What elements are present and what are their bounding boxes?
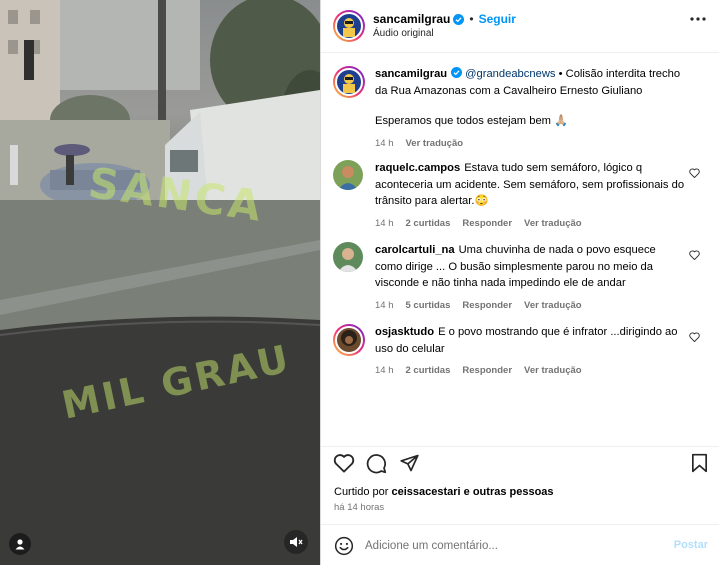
comment-username[interactable]: raquelc.campos	[375, 162, 460, 174]
comment-avatar[interactable]	[333, 324, 365, 356]
comments-list[interactable]: sancamilgrau @grandeabcnews • Colisão int…	[321, 54, 719, 446]
liked-by-prefix: Curtido por	[334, 486, 392, 498]
liked-by-user[interactable]: ceissacestari	[391, 486, 460, 498]
heart-icon[interactable]	[689, 168, 700, 178]
video-frame-scene	[0, 0, 320, 565]
comment-avatar[interactable]	[333, 242, 363, 272]
verified-badge-icon	[453, 13, 465, 25]
comment-time[interactable]: 14 h	[375, 298, 394, 315]
post-actions-bar	[321, 446, 719, 480]
comment-translate-link[interactable]: Ver tradução	[524, 363, 582, 380]
comment-reply-button[interactable]: Responder	[462, 216, 512, 233]
comment-reply-button[interactable]: Responder	[462, 298, 512, 315]
caption-avatar[interactable]	[333, 66, 365, 98]
heart-icon[interactable]	[689, 332, 700, 342]
comment-icon[interactable]	[366, 453, 387, 474]
comment-likes[interactable]: 2 curtidas	[406, 216, 451, 233]
heart-icon[interactable]	[689, 250, 700, 260]
post-header: sancamilgrau • Seguir Áudio original	[321, 0, 719, 53]
comment-likes[interactable]: 2 curtidas	[406, 363, 451, 380]
profile-avatar-icon	[343, 74, 355, 93]
bookmark-icon[interactable]	[691, 453, 708, 473]
audio-link[interactable]: Áudio original	[373, 28, 434, 39]
comment-username[interactable]: carolcartuli_na	[375, 244, 455, 256]
comment-avatar[interactable]	[333, 160, 363, 190]
caption-mention-link[interactable]: @grandeabcnews	[465, 68, 555, 80]
liked-by-summary[interactable]: Curtido por ceissacestari e outras pesso…	[334, 486, 554, 498]
post-time-ago[interactable]: há 14 horas	[334, 502, 384, 513]
comment-reply-button[interactable]: Responder	[462, 363, 512, 380]
comment-translate-link[interactable]: Ver tradução	[524, 216, 582, 233]
send-icon[interactable]	[399, 453, 420, 473]
add-comment-bar: Postar	[321, 524, 719, 565]
profile-avatar-icon	[343, 18, 355, 37]
post-comment-button[interactable]: Postar	[674, 539, 708, 551]
follow-button[interactable]: Seguir	[479, 12, 516, 26]
emoji-icon[interactable]	[334, 536, 354, 556]
comment-time[interactable]: 14 h	[375, 363, 394, 380]
author-avatar[interactable]	[333, 10, 365, 42]
profile-avatar-icon	[333, 160, 363, 190]
comment-translate-link[interactable]: Ver tradução	[524, 298, 582, 315]
comment-username[interactable]: osjasktudo	[375, 326, 434, 338]
profile-avatar-icon	[333, 242, 363, 272]
mute-toggle-button[interactable]	[284, 530, 308, 554]
more-horizontal-icon[interactable]	[690, 17, 706, 21]
caption-text-second: Esperamos que todos estejam bem 🙏🏼	[375, 115, 569, 127]
header-separator: •	[469, 12, 474, 26]
speaker-muted-icon	[290, 537, 303, 547]
author-username[interactable]: sancamilgrau	[373, 12, 450, 26]
tagged-users-button[interactable]	[9, 533, 31, 555]
post-video[interactable]: SANCA MIL GRAU	[0, 0, 320, 565]
caption-username[interactable]: sancamilgrau	[375, 68, 447, 80]
comment-likes[interactable]: 5 curtidas	[406, 298, 451, 315]
post-side-panel: sancamilgrau • Seguir Áudio original san…	[320, 0, 719, 565]
profile-avatar-icon	[341, 330, 357, 346]
comment-input[interactable]	[365, 536, 655, 556]
caption-time[interactable]: 14 h	[375, 136, 394, 153]
heart-icon[interactable]	[333, 453, 355, 473]
liked-by-suffix[interactable]: e outras pessoas	[461, 486, 554, 498]
verified-badge-icon	[451, 67, 463, 78]
user-icon	[15, 539, 25, 550]
comment-time[interactable]: 14 h	[375, 216, 394, 233]
caption-translate-link[interactable]: Ver tradução	[406, 136, 464, 153]
